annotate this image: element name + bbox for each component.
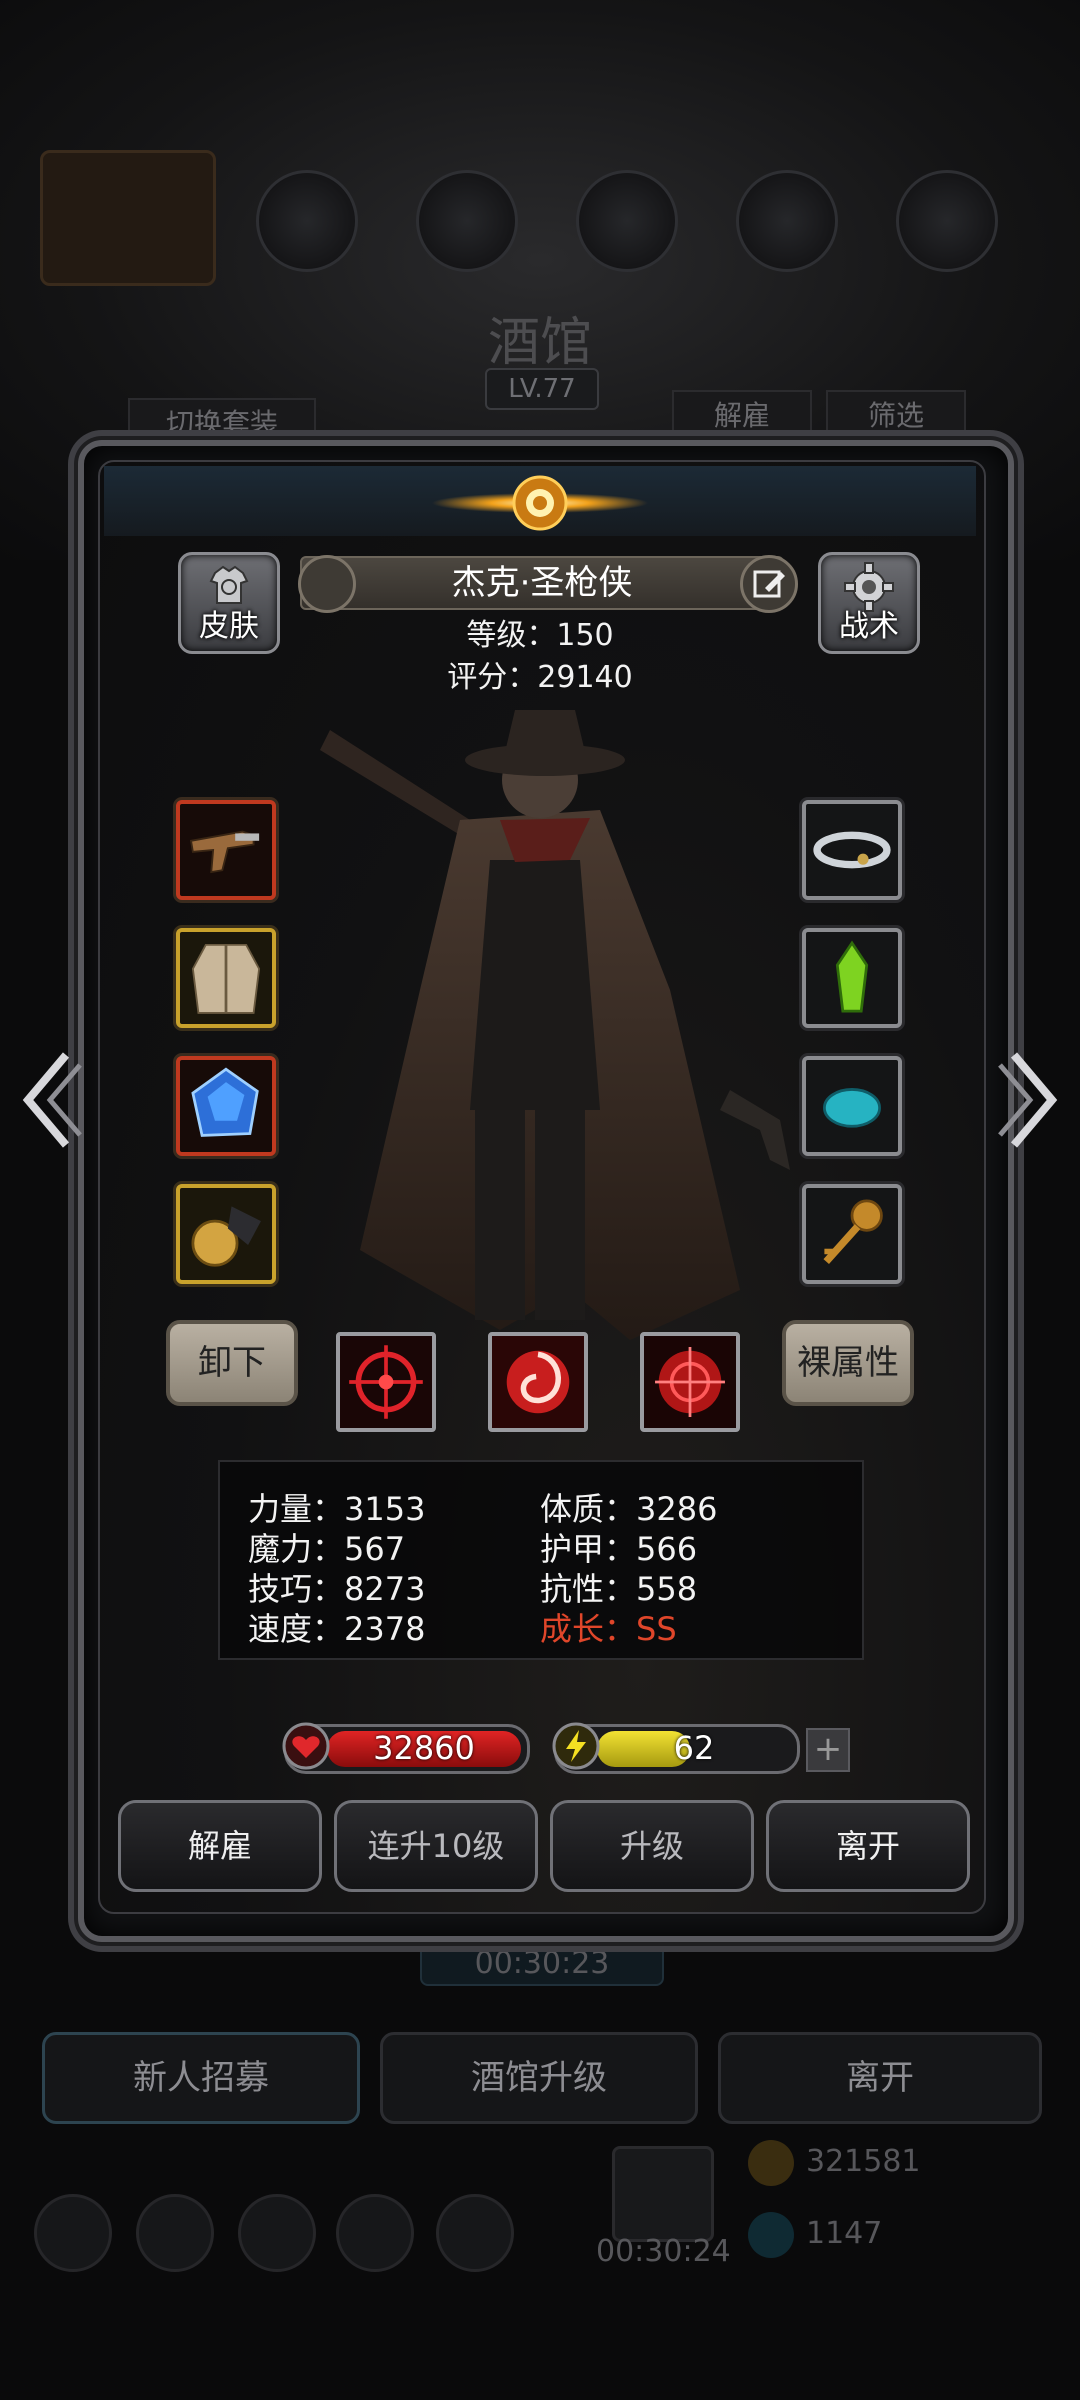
heart-icon (282, 1722, 330, 1770)
background-leave-button[interactable]: 离开 (718, 2032, 1042, 2124)
menu-circle-icon (576, 170, 678, 272)
tavern-title: 酒馆 (487, 313, 592, 373)
equipment-slot-key[interactable] (802, 1184, 902, 1284)
add-energy-button[interactable]: + (806, 1728, 850, 1772)
equipment-slot-armor[interactable] (176, 928, 276, 1028)
base-stats-button[interactable]: 裸属性 (782, 1320, 914, 1406)
hero-name-plate: 杰克·圣枪侠 (300, 556, 784, 610)
equipment-slot-accessory[interactable] (176, 1184, 276, 1284)
menu-circle-icon (416, 170, 518, 272)
background-dismiss-button[interactable]: 解雇 (672, 390, 812, 442)
target-skill-icon[interactable] (640, 1332, 740, 1432)
tactics-label: 战术 (839, 609, 899, 644)
lightning-icon (552, 1722, 600, 1770)
swirl-skill-icon[interactable] (488, 1332, 588, 1432)
skin-label: 皮肤 (199, 609, 259, 644)
stat-speed: 速度：2378 (248, 1610, 426, 1648)
energy-value: 62 (673, 1729, 715, 1767)
gold-coin-icon (748, 2140, 794, 2186)
gold-coin-pouch-icon (191, 1206, 261, 1267)
level-up-button[interactable]: 升级 (550, 1800, 754, 1892)
equipment-slot-crystal[interactable] (802, 928, 902, 1028)
nav-icon[interactable] (34, 2194, 112, 2272)
pencil-icon (753, 570, 785, 598)
level-up-10-button[interactable]: 连升10级 (334, 1800, 538, 1892)
badge-icon (298, 555, 356, 613)
green-crystal-icon (835, 940, 869, 1013)
gold-amount: 321581 (806, 2144, 921, 2179)
crosshair-skill-icon[interactable] (336, 1332, 436, 1432)
leave-button[interactable]: 离开 (766, 1800, 970, 1892)
unequip-button[interactable]: 卸下 (166, 1320, 298, 1406)
tavern-upgrade-button[interactable]: 酒馆升级 (380, 2032, 698, 2124)
gem-icon (748, 2212, 794, 2258)
gift-icon[interactable] (612, 2146, 714, 2242)
equipment-slot-stone[interactable] (802, 1056, 902, 1156)
stat-growth: 成长：SS (540, 1610, 677, 1648)
ornate-key-icon (823, 1199, 883, 1265)
menu-circle-icon (896, 170, 998, 272)
nav-icon[interactable] (436, 2194, 514, 2272)
nav-icon[interactable] (238, 2194, 316, 2272)
nav-icon[interactable] (336, 2194, 414, 2272)
tactics-button[interactable]: 战术 (818, 552, 920, 654)
gift-timer: 00:30:24 (596, 2234, 731, 2269)
next-hero-arrow-icon[interactable] (994, 1045, 1064, 1155)
hero-level: 等级：150 (466, 618, 614, 653)
hero-portrait (320, 710, 790, 1340)
center-timer: 00:30:23 (420, 1942, 664, 1986)
gem-amount: 1147 (806, 2216, 883, 2251)
blue-gem-icon (191, 1067, 259, 1137)
previous-hero-arrow-icon[interactable] (16, 1045, 86, 1155)
sun-emblem-icon (432, 475, 648, 531)
hp-value: 32860 (373, 1729, 475, 1767)
menu-circle-icon (256, 170, 358, 272)
background-filter-button[interactable]: 筛选 (826, 390, 966, 442)
tavern-level-badge: LV.77 (485, 368, 599, 410)
storm-cloud-ring-icon (813, 831, 891, 869)
tavern-avatar-icon (40, 150, 216, 286)
recruit-button[interactable]: 新人招募 (42, 2032, 360, 2124)
menu-circle-icon (736, 170, 838, 272)
skin-button[interactable]: 皮肤 (178, 552, 280, 654)
hero-name: 杰克·圣枪侠 (451, 563, 633, 603)
fur-coat-icon (191, 943, 261, 1014)
dismiss-button[interactable]: 解雇 (118, 1800, 322, 1892)
equipment-slot-gem[interactable] (176, 1056, 276, 1156)
equipment-slot-ring[interactable] (802, 800, 902, 900)
nav-icon[interactable] (136, 2194, 214, 2272)
teal-stone-icon (823, 1088, 881, 1128)
equipment-slot-weapon[interactable] (176, 800, 276, 900)
rename-button[interactable] (740, 555, 798, 613)
flintlock-pistol-icon (189, 830, 260, 874)
